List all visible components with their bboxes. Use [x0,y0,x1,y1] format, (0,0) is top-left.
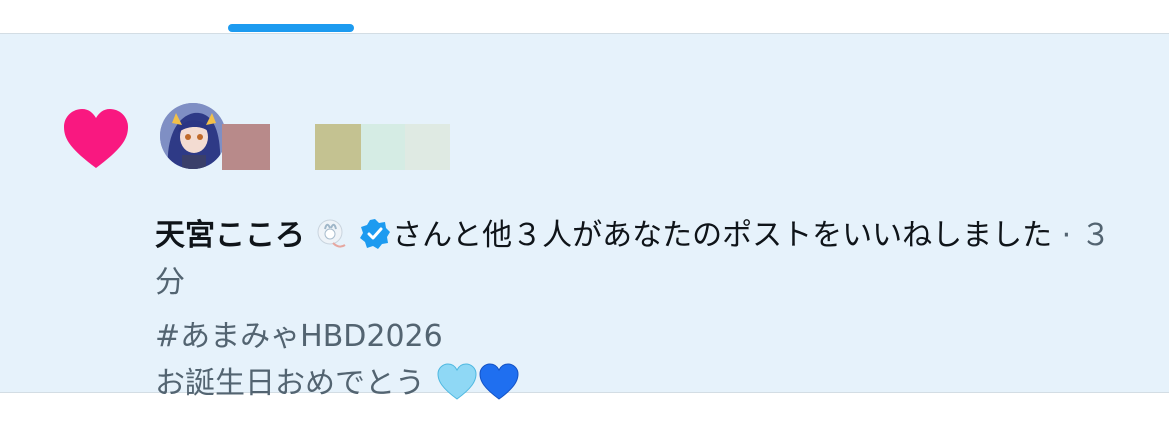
active-tab-indicator [228,24,354,32]
post-body-line: お誕生日おめでとう [155,360,519,407]
blurred-avatar-2 [315,124,361,170]
light-blue-heart-icon [437,363,477,400]
top-tab-bar [0,0,1169,33]
action-text: さんと他３人があなたのポストをいいねしました [392,218,1053,253]
blurred-avatar-3 [361,124,405,170]
like-notification[interactable]: 天宮こころ さんと他３人があなたのポストをいいねしました · ３分 #あまみゃH… [0,33,1169,401]
blurred-avatar-4 [405,124,450,170]
heart-icon [64,109,128,168]
bunny-badge-icon [317,219,346,248]
verified-badge-icon [360,219,391,249]
liker-name[interactable]: 天宮こころ [155,218,305,253]
blurred-avatar-1 [222,124,270,170]
avatar[interactable] [160,103,226,169]
separator: · [1061,218,1072,253]
post-body-text: お誕生日おめでとう [155,366,425,401]
blue-heart-icon [479,363,519,400]
post-preview[interactable]: #あまみゃHBD2026 お誕生日おめでとう [155,313,519,407]
notification-text: 天宮こころ さんと他３人があなたのポストをいいねしました · ３分 [155,212,1135,306]
post-hashtag: #あまみゃHBD2026 [155,319,443,354]
